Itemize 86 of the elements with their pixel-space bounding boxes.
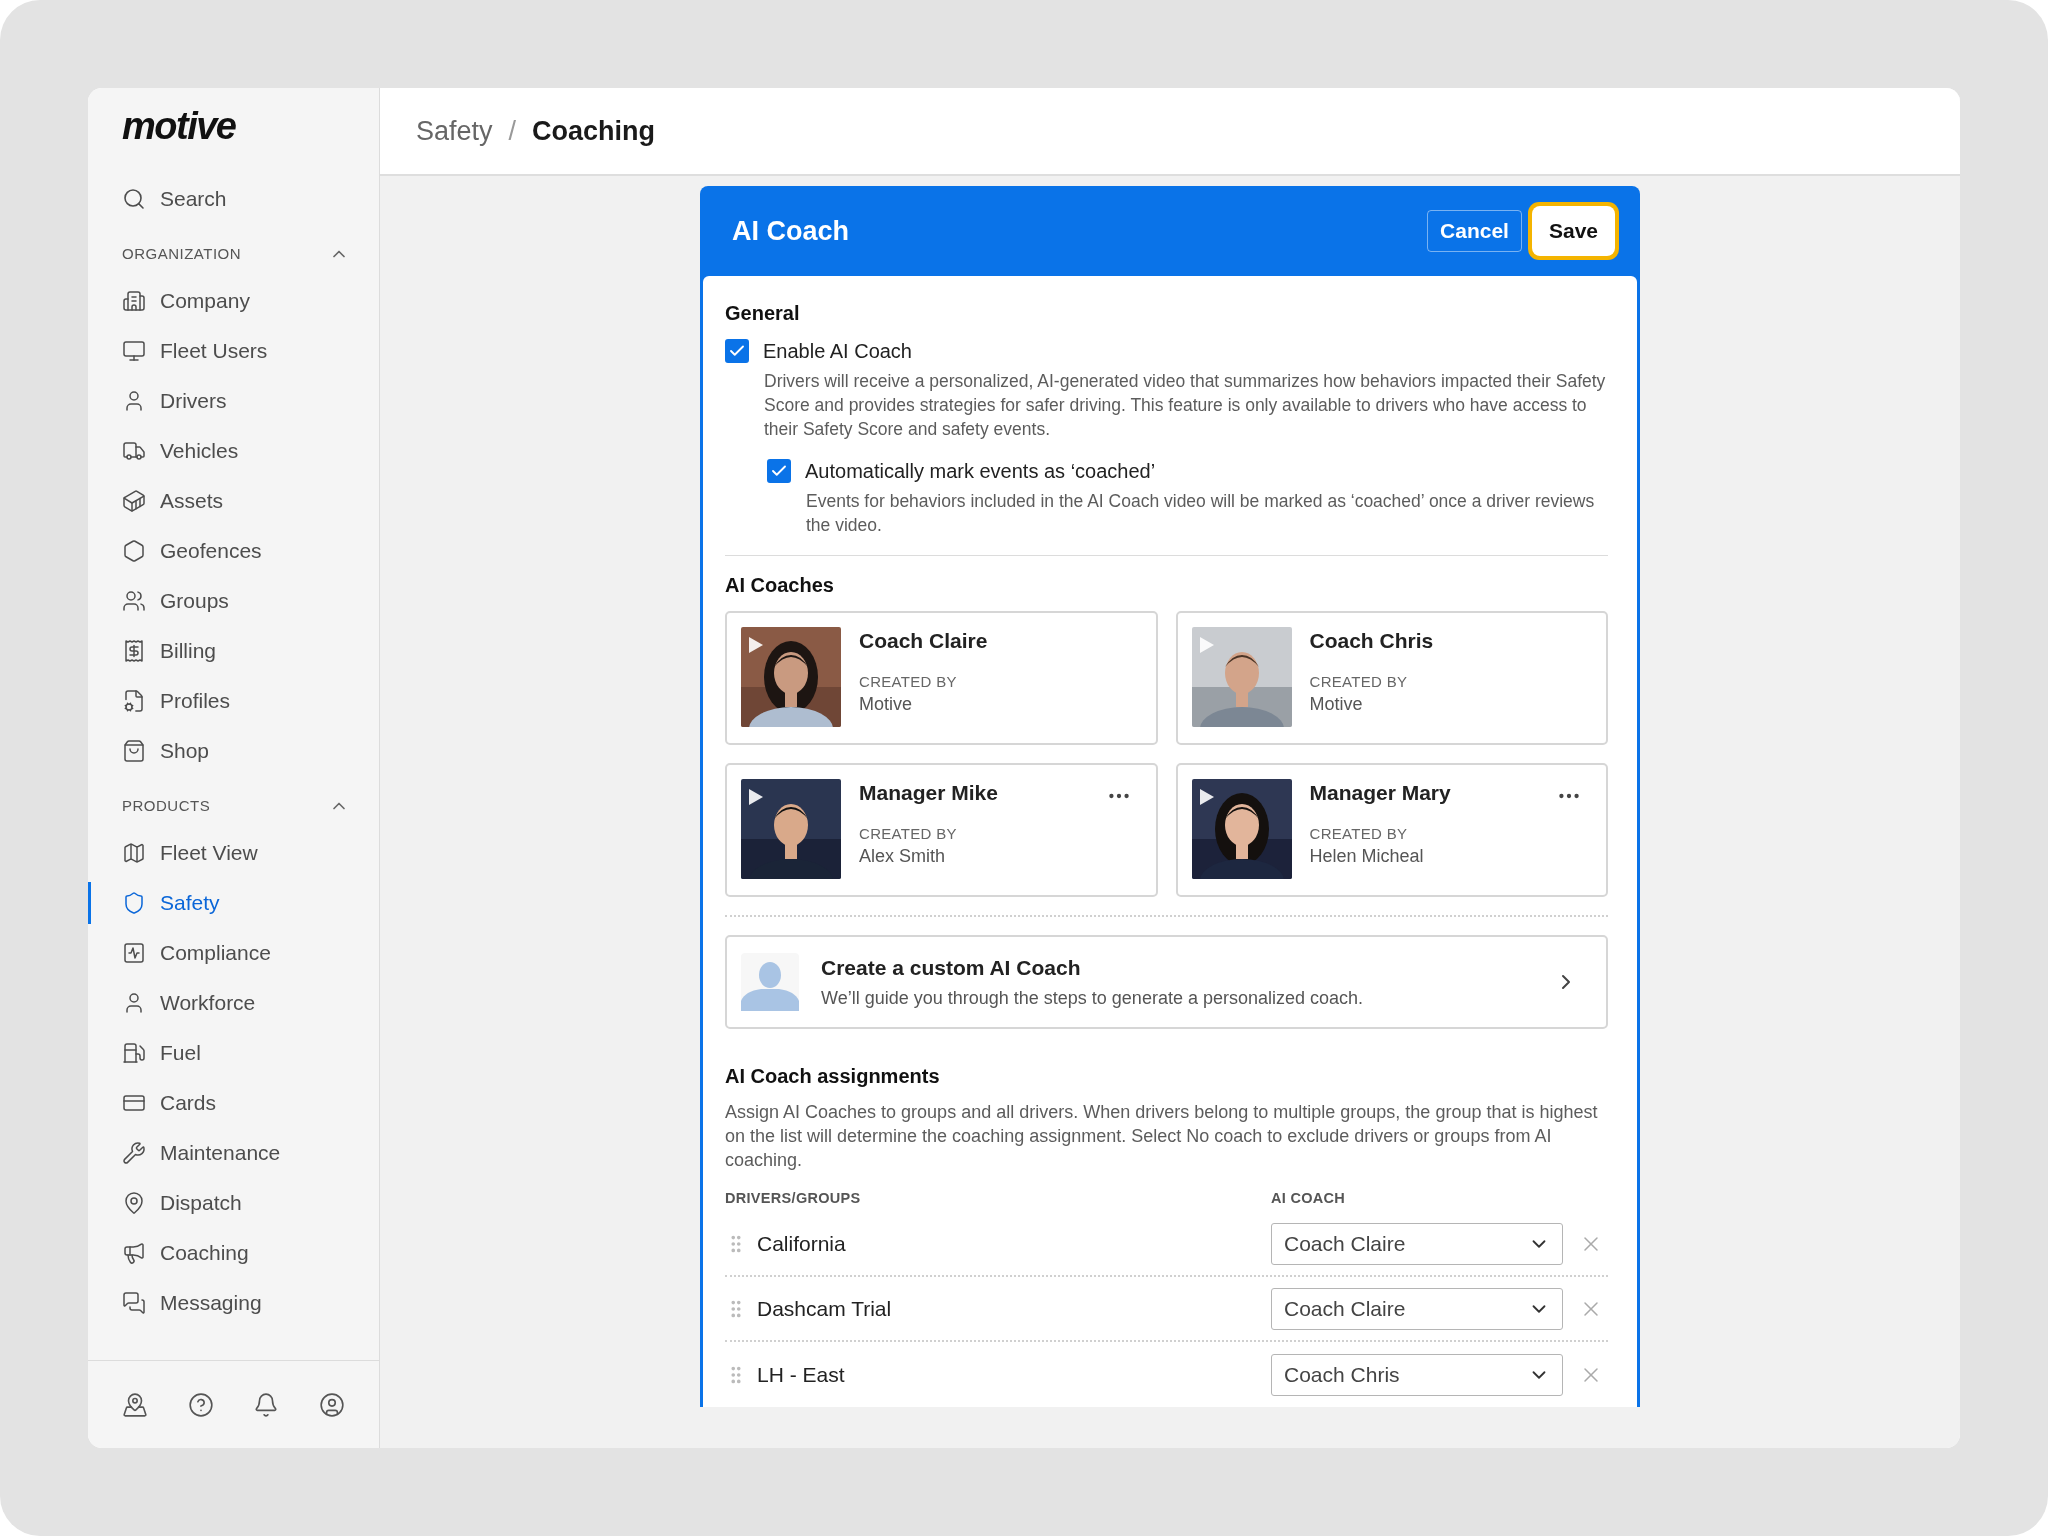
search-link[interactable]: Search: [88, 173, 379, 224]
created-by-label: CREATED BY: [859, 673, 958, 690]
person-silhouette-icon: [741, 953, 799, 1011]
creator-name: Motive: [1309, 694, 1364, 715]
section-heading: ORGANIZATION: [122, 245, 242, 263]
nav-item[interactable]: Assets: [88, 475, 379, 526]
cancel-button[interactable]: Cancel: [1427, 210, 1522, 252]
user-icon[interactable]: [319, 1391, 346, 1418]
coach-card[interactable]: Manager Mike CREATED BY Alex Smith: [725, 763, 1158, 897]
created-by-label: CREATED BY: [859, 825, 958, 842]
receipt-icon: [122, 638, 146, 663]
section-description: Assign AI Coaches to groups and all drivers. When drivers belong to multiple groups, the group that is highest on the list will determine the coaching assignment. Select No coach to exclude drivers or groups from AI coaching.: [725, 1101, 1599, 1172]
coach-name: Coach Claire: [859, 629, 988, 653]
building-icon: [122, 288, 146, 313]
coach-select[interactable]: Coach Claire: [1271, 1222, 1563, 1265]
coach-name: Manager Mary: [1309, 781, 1451, 805]
section-heading: PRODUCTS: [122, 797, 211, 815]
megaphone-icon: [122, 1240, 146, 1265]
nav-item[interactable]: Groups: [88, 575, 379, 626]
nav-item[interactable]: Coaching: [88, 1227, 379, 1278]
nav-item[interactable]: Fleet View: [88, 827, 379, 878]
coach-name: Coach Chris: [1309, 629, 1434, 653]
shield-icon: [122, 890, 146, 915]
nav-item[interactable]: Maintenance: [88, 1127, 379, 1178]
group-name: LH - East: [757, 1362, 846, 1387]
nav-item[interactable]: Workforce: [88, 977, 379, 1028]
checkbox[interactable]: [767, 459, 791, 483]
creator-name: Helen Micheal: [1309, 846, 1425, 867]
coach-card[interactable]: Coach Chris CREATED BY Motive: [1175, 611, 1608, 745]
logo: motive: [122, 106, 236, 148]
creator-name: Alex Smith: [859, 846, 947, 867]
section-title: AI Coaches: [725, 574, 835, 597]
search-icon: [122, 186, 146, 211]
nav-item[interactable]: Cards: [88, 1077, 379, 1128]
group-name: Dashcam Trial: [757, 1296, 893, 1321]
help-icon[interactable]: [187, 1391, 214, 1418]
coach-card[interactable]: Manager Mary CREATED BY Helen Micheal: [1175, 763, 1608, 897]
coach-name: Manager Mike: [859, 781, 998, 805]
map-pin-icon[interactable]: [121, 1391, 148, 1418]
created-by-label: CREATED BY: [1309, 825, 1409, 842]
coach-select[interactable]: Coach Chris: [1271, 1353, 1563, 1396]
bag-icon: [122, 738, 146, 763]
nav-item[interactable]: Compliance: [88, 927, 379, 978]
coach-select[interactable]: Coach Claire: [1271, 1287, 1563, 1330]
nav-item[interactable]: Shop: [88, 725, 379, 776]
checkbox-label: Automatically mark events as ‘coached’: [805, 459, 1156, 483]
checkbox[interactable]: [725, 339, 749, 363]
panel-title: AI Coach: [732, 215, 850, 247]
nav-item[interactable]: Fleet Users: [88, 325, 379, 376]
created-by-label: CREATED BY: [1309, 673, 1409, 690]
column-header: DRIVERS/GROUPS: [725, 1190, 862, 1206]
activity-icon: [122, 940, 146, 965]
coach-card[interactable]: Coach Claire CREATED BY Motive: [725, 611, 1158, 745]
nav-item[interactable]: Billing: [88, 625, 379, 676]
create-coach-card[interactable]: Create a custom AI Coach We’ll guide you through the steps to generate a personalized coach.: [725, 935, 1608, 1029]
nav-item[interactable]: Company: [88, 275, 379, 326]
container-icon: [122, 488, 146, 513]
column-header: AI COACH: [1271, 1190, 1347, 1206]
checkbox-label: Enable AI Coach: [763, 339, 912, 363]
chat-icon: [122, 1290, 146, 1315]
page-title: Coaching: [532, 115, 656, 147]
option-description: Drivers will receive a personalized, AI-generated video that summarizes how behaviors impacted their Safety Score and provides strategies for safer driving. This feature is only available to drivers who have access to their Safety Score and safety events.: [764, 370, 1607, 441]
people-icon: [122, 588, 146, 613]
nav-item[interactable]: Messaging: [88, 1277, 379, 1328]
monitor-icon: [122, 338, 146, 363]
create-subtitle: We’ll guide you through the steps to generate a personalized coach.: [821, 987, 1365, 1009]
nav-item[interactable]: Safety: [88, 877, 379, 928]
breadcrumb-link[interactable]: Safety: [416, 115, 493, 147]
nav-item[interactable]: Dispatch: [88, 1177, 379, 1228]
section-title: General: [725, 302, 801, 325]
nav-item[interactable]: Fuel: [88, 1027, 379, 1078]
wrench-icon: [122, 1140, 146, 1165]
nav-item[interactable]: Drivers: [88, 375, 379, 426]
option-description: Events for behaviors included in the AI Coach video will be marked as ‘coached’ once a driver reviews the video.: [806, 490, 1596, 537]
creator-name: Motive: [859, 694, 913, 715]
hexagon-icon: [122, 538, 146, 563]
section-title: AI Coach assignments: [725, 1065, 941, 1088]
nav-item[interactable]: Vehicles: [88, 425, 379, 476]
map-pin-icon: [122, 1190, 146, 1215]
create-title: Create a custom AI Coach: [821, 955, 1082, 980]
document-gear-icon: [122, 688, 146, 713]
breadcrumb-separator: /: [508, 115, 517, 147]
fuel-pump-icon: [122, 1040, 146, 1065]
group-name: California: [757, 1231, 847, 1256]
nav-item[interactable]: Geofences: [88, 525, 379, 576]
nav-item[interactable]: Profiles: [88, 675, 379, 726]
